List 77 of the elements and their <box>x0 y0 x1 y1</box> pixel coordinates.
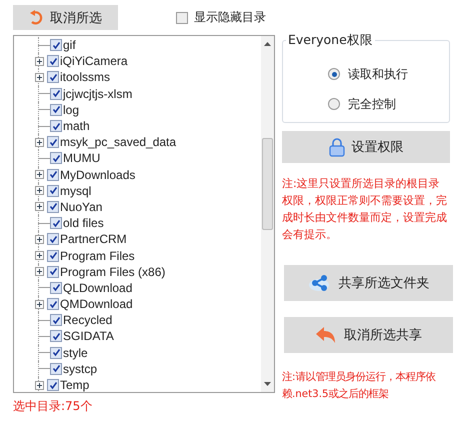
folder-name[interactable]: old files <box>63 216 104 230</box>
show-hidden-checkbox[interactable] <box>176 12 188 24</box>
expand-icon[interactable] <box>35 300 44 309</box>
folder-name[interactable]: systcp <box>63 362 98 376</box>
scrollbar[interactable] <box>261 36 274 392</box>
tree-checkbox[interactable] <box>50 152 62 164</box>
deselect-button[interactable]: 取消所选 <box>13 5 118 30</box>
scroll-up-icon[interactable] <box>264 42 271 46</box>
tree-checkbox[interactable] <box>50 104 62 116</box>
folder-name[interactable]: MUMU <box>63 151 100 166</box>
expand-icon[interactable] <box>35 234 44 244</box>
lock-icon <box>328 137 344 157</box>
folder-name[interactable]: NuoYan <box>60 200 102 214</box>
set-permission-button[interactable]: 设置权限 <box>282 131 450 163</box>
folder-name[interactable]: msyk_pc_saved_data <box>60 135 176 150</box>
undo-arrow-icon <box>29 8 43 26</box>
folder-name[interactable]: PartnerCRM <box>60 232 127 246</box>
expand-icon[interactable] <box>35 202 44 212</box>
selected-count: 选中目录:75个 <box>13 398 94 415</box>
admin-note: 注:请以管理员身份运行，本程序依赖.net3.5或之后的框架 <box>282 370 436 402</box>
tree-checkbox[interactable] <box>47 266 59 278</box>
expand-icon[interactable] <box>35 186 44 196</box>
tree-checkbox[interactable] <box>47 184 59 197</box>
expand-icon[interactable] <box>35 251 44 260</box>
tree-checkbox[interactable] <box>47 71 59 84</box>
tree-checkbox[interactable] <box>50 39 62 52</box>
tree-checkbox[interactable] <box>50 88 62 100</box>
folder-name[interactable]: log <box>63 102 80 117</box>
folder-name[interactable]: jcjwcjtjs-xlsm <box>63 86 132 101</box>
tree-checkbox[interactable] <box>47 298 59 310</box>
expand-icon[interactable] <box>35 56 44 66</box>
radio-button[interactable] <box>328 68 340 80</box>
radio-button[interactable] <box>328 98 340 110</box>
scroll-down-icon[interactable] <box>264 382 271 386</box>
folder-name[interactable]: SGIDATA <box>63 329 114 344</box>
tree-checkbox[interactable] <box>50 282 62 294</box>
radio-label: 读取和执行 <box>348 66 408 82</box>
tree-checkbox[interactable] <box>47 250 59 262</box>
unshare-button[interactable]: 取消所选共享 <box>284 317 453 353</box>
show-hidden-label: 显示隐藏目录 <box>194 9 266 26</box>
radio-label: 完全控制 <box>348 96 396 112</box>
tree-checkbox[interactable] <box>50 120 62 132</box>
folder-name[interactable]: math <box>63 119 90 134</box>
folder-name[interactable]: itoolssms <box>60 70 110 84</box>
tree-checkbox[interactable] <box>47 379 59 392</box>
folder-name[interactable]: iQiYiCamera <box>60 54 128 68</box>
tree-checkbox[interactable] <box>50 330 62 342</box>
tree-checkbox[interactable] <box>47 55 59 68</box>
tree-checkbox[interactable] <box>47 233 59 246</box>
tree-checkbox[interactable] <box>50 346 62 359</box>
expand-icon[interactable] <box>35 138 44 147</box>
folder-name[interactable]: QLDownload <box>63 280 132 295</box>
folder-name[interactable]: MyDownloads <box>60 168 136 182</box>
expand-icon[interactable] <box>35 267 44 276</box>
expand-icon[interactable] <box>35 170 44 180</box>
group-title: Everyone权限 <box>287 32 374 49</box>
folder-name[interactable]: Program Files <box>60 248 135 263</box>
tree-checkbox[interactable] <box>47 200 59 213</box>
folder-name[interactable]: QMDownload <box>60 297 133 312</box>
tree-checkbox[interactable] <box>50 314 62 326</box>
folder-name[interactable]: Program Files (x86) <box>60 264 166 279</box>
share-icon <box>308 273 332 293</box>
share-button[interactable]: 共享所选文件夹 <box>284 265 453 301</box>
folder-name[interactable]: Recycled <box>63 313 112 328</box>
tree-checkbox[interactable] <box>47 136 59 148</box>
folder-name[interactable]: gif <box>63 38 76 52</box>
expand-icon[interactable] <box>35 380 44 390</box>
tree-checkbox[interactable] <box>50 217 62 230</box>
tree-checkbox[interactable] <box>50 362 62 375</box>
permission-note: 注:这里只设置所选目录的根目录权限，权限正常则不需要设置，完成时长由文件数量而定，设置完成会有提示。 <box>282 176 448 243</box>
expand-icon[interactable] <box>35 72 44 82</box>
back-arrow-icon <box>315 326 337 344</box>
folder-name[interactable]: mysql <box>60 184 92 198</box>
scroll-thumb[interactable] <box>262 138 273 230</box>
folder-name[interactable]: style <box>63 346 88 360</box>
folder-name[interactable]: Temp <box>60 378 90 392</box>
tree-checkbox[interactable] <box>47 168 59 181</box>
